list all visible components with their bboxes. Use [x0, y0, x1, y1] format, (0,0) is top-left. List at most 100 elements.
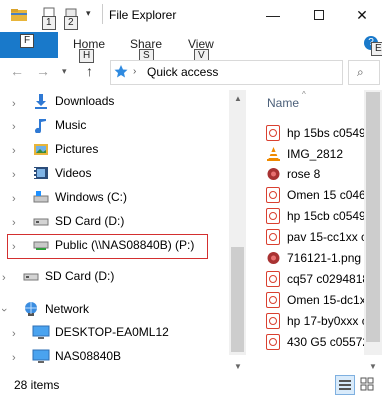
network-icon — [22, 301, 40, 317]
nav-item-label: Videos — [55, 166, 92, 180]
maximize-icon — [314, 10, 324, 20]
nav-item-label: Public (\\NAS08840B) (P:) — [55, 238, 195, 252]
details-view-button[interactable] — [335, 375, 355, 395]
network-drive-icon — [32, 237, 50, 253]
tab-file[interactable]: F — [0, 32, 58, 58]
list-item[interactable]: rose 8 — [266, 164, 364, 184]
sdcard-icon — [22, 268, 40, 284]
list-item[interactable]: 430 G5 c055727 — [266, 332, 364, 352]
keytip-home: H — [79, 49, 95, 63]
file-name: 716121-1.png — [287, 251, 362, 265]
item-count: 28 items — [14, 378, 60, 392]
computer-icon — [32, 324, 50, 340]
partial-file-row — [263, 108, 363, 116]
scroll-up-icon[interactable]: ▲ — [234, 94, 242, 103]
scroll-down-icon[interactable]: ▼ — [369, 362, 377, 371]
pdf-icon — [266, 208, 280, 224]
list-item[interactable]: Omen 15-dc1x — [266, 290, 364, 310]
nav-item-pictures[interactable]: Pictures — [32, 138, 98, 160]
expand-chevron-icon[interactable]: › — [12, 217, 16, 229]
nav-item-label: Windows (C:) — [55, 190, 128, 204]
list-item[interactable]: IMG_2812 — [266, 144, 364, 164]
image-icon — [267, 252, 280, 264]
keytip-file: F — [20, 34, 35, 48]
nav-item-label: DESKTOP-EA0ML12 — [55, 325, 169, 339]
maximize-button[interactable] — [296, 0, 342, 30]
nav-item-label: Downloads — [55, 94, 115, 108]
expand-chevron-icon[interactable]: › — [12, 145, 16, 157]
list-item[interactable]: hp 17-by0xxx c — [266, 311, 364, 331]
list-item[interactable]: pav 15-cc1xx c — [266, 227, 364, 247]
recent-locations-icon[interactable]: ▾ — [62, 66, 67, 77]
sdcard-icon — [32, 213, 50, 229]
nav-item-desktop[interactable]: DESKTOP-EA0ML12 — [32, 321, 169, 343]
collapse-chevron-icon[interactable]: › — [0, 308, 10, 312]
file-name: cq57 c0294818 — [287, 272, 364, 286]
expand-chevron-icon[interactable]: › — [12, 121, 16, 133]
nav-item-label: NAS08840B — [55, 349, 122, 363]
expand-chevron-icon[interactable]: › — [12, 169, 16, 181]
expand-chevron-icon[interactable]: › — [12, 352, 16, 364]
list-item[interactable]: cq57 c0294818 — [266, 269, 364, 289]
music-icon — [32, 117, 50, 133]
nav-scrollbar-thumb[interactable] — [231, 247, 244, 352]
nav-item-label: SD Card (D:) — [45, 269, 115, 283]
nav-item-public-nas[interactable]: Public (\\NAS08840B) (P:) — [32, 234, 194, 256]
nav-item-videos[interactable]: Videos — [32, 162, 91, 184]
expand-chevron-icon[interactable]: › — [12, 98, 16, 110]
pdf-icon — [266, 229, 280, 245]
search-icon: ⌕ — [357, 65, 364, 79]
expand-chevron-icon[interactable]: › — [2, 272, 6, 284]
search-box[interactable]: ⌕ — [348, 60, 380, 85]
up-arrow-icon[interactable]: ↑ — [86, 63, 93, 79]
keytip-1: 1 — [42, 16, 56, 30]
file-name: hp 17-by0xxx c — [287, 314, 364, 328]
list-item[interactable]: 716121-1.png — [266, 248, 364, 268]
close-button[interactable]: ✕ — [342, 0, 382, 30]
expand-chevron-icon[interactable]: › — [12, 193, 16, 205]
pdf-icon — [266, 292, 280, 308]
large-icons-view-button[interactable] — [358, 375, 378, 395]
drive-icon — [32, 189, 50, 205]
nav-item-network[interactable]: Network — [22, 298, 89, 320]
file-name: IMG_2812 — [287, 147, 344, 161]
file-name: Omen 15-dc1x — [287, 293, 364, 307]
breadcrumb-chevron-icon[interactable]: › — [133, 66, 136, 77]
title-bar: 1 2 ▾ File Explorer — ✕ — [0, 0, 382, 32]
nav-item-music[interactable]: Music — [32, 114, 86, 136]
nav-item-label: Music — [55, 118, 87, 132]
file-list-scrollbar-thumb[interactable] — [366, 92, 380, 342]
address-bar[interactable] — [110, 60, 343, 85]
nav-item-sdcard-d[interactable]: SD Card (D:) — [32, 210, 124, 232]
nav-item-sdcard-d-2[interactable]: SD Card (D:) — [22, 265, 114, 287]
list-item[interactable]: hp 15bs c05493 — [266, 123, 364, 143]
title-divider — [102, 4, 103, 24]
pictures-icon — [32, 141, 50, 157]
file-name: pav 15-cc1xx c — [287, 230, 364, 244]
list-item[interactable]: hp 15cb c05493 — [266, 206, 364, 226]
computer-icon — [32, 348, 50, 364]
keytip-2: 2 — [64, 16, 78, 30]
forward-arrow-icon[interactable]: → — [36, 63, 50, 79]
nav-item-windows-c[interactable]: Windows (C:) — [32, 186, 127, 208]
nav-item-downloads[interactable]: Downloads — [32, 90, 114, 112]
customize-qat-icon[interactable]: ▾ — [86, 8, 91, 19]
pdf-icon — [266, 125, 280, 141]
minimize-button[interactable]: — — [250, 0, 296, 30]
list-item[interactable]: Omen 15 c0462 — [266, 185, 364, 205]
window-title: File Explorer — [109, 8, 177, 22]
expand-chevron-icon[interactable]: › — [12, 328, 16, 340]
folder-icon[interactable] — [10, 6, 28, 24]
nav-item-label: Network — [45, 302, 90, 316]
download-icon — [32, 93, 50, 109]
back-arrow-icon[interactable]: ← — [10, 63, 24, 79]
nav-item-nas[interactable]: NAS08840B — [32, 345, 121, 367]
pdf-icon — [266, 313, 280, 329]
file-name: hp 15bs c05493 — [287, 126, 364, 140]
details-view-icon — [339, 380, 351, 390]
nav-item-label: SD Card (D:) — [55, 214, 125, 228]
scroll-down-icon[interactable]: ▼ — [234, 362, 242, 371]
expand-chevron-icon[interactable]: › — [12, 241, 16, 253]
large-icons-view-icon — [360, 377, 374, 391]
pdf-icon — [266, 334, 280, 350]
